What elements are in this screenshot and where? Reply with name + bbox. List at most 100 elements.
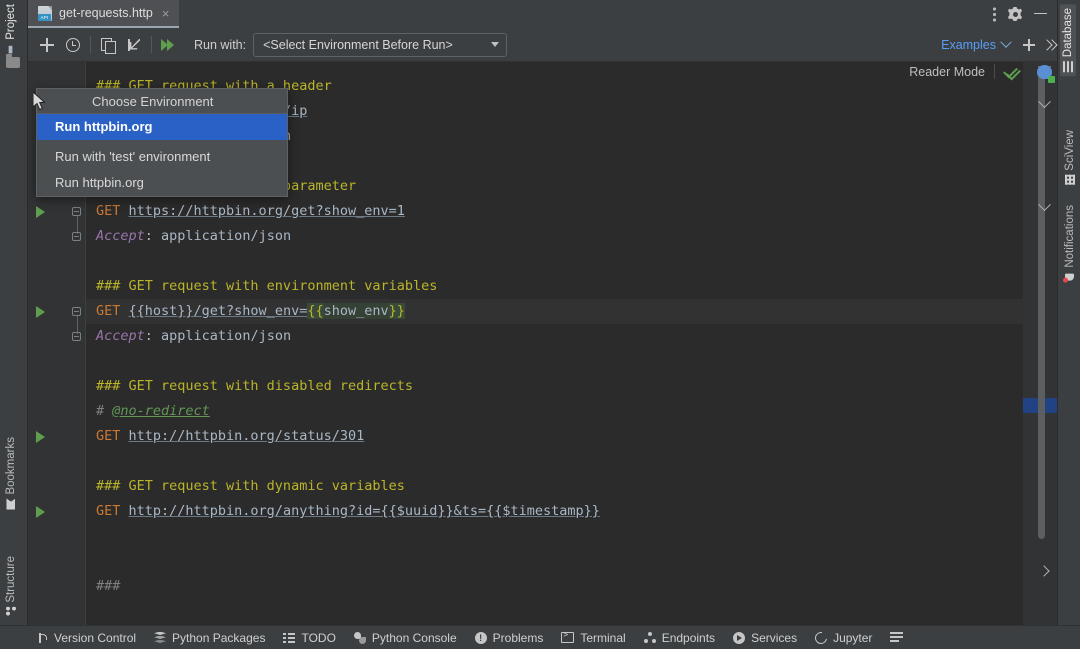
choose-environment-popup[interactable]: Choose Environment Run httpbin.org Run w… [36,88,288,197]
code-line[interactable]: GET http://httpbin.org/anything?id={{$uu… [86,499,1023,524]
structure-icon [6,607,16,617]
environment-select-value: <Select Environment Before Run> [263,38,453,52]
popup-title: Choose Environment [37,89,287,114]
sidebar-item-notifications-label: Notifications [1064,205,1076,268]
popup-item-run-httpbin-selected[interactable]: Run httpbin.org [37,114,287,140]
code-line[interactable] [86,349,1023,374]
code-line[interactable]: GET {{host}}/get?show_env={{show_env}} [86,299,1023,324]
status-item-todo[interactable]: TODO [274,626,344,649]
reader-mode-bar: Reader Mode [909,64,1019,79]
run-request-icon[interactable] [36,306,45,318]
status-item-version-control[interactable]: Version Control [28,626,145,649]
chevron-right-icon [1038,565,1049,576]
code-token: ### GET request with environment variabl… [96,278,437,294]
code-token: GET [96,428,129,444]
run-request-icon[interactable] [36,206,45,218]
fold-toggle-icon[interactable] [72,232,81,241]
code-token: }} [389,303,405,319]
popup-item-run-httpbin[interactable]: Run httpbin.org [37,170,287,196]
sidebar-item-notifications[interactable]: Notifications [1064,205,1076,283]
collapse-chevron-second[interactable] [1034,95,1054,113]
copy-icon [101,38,115,52]
sidebar-item-sciview[interactable]: SciView [1064,130,1076,185]
code-token: http://httpbin.org/status/301 [129,428,365,444]
editor-marker-gutter[interactable] [1023,62,1057,625]
fold-toggle-icon[interactable] [72,307,81,316]
code-line[interactable]: GET http://httpbin.org/status/301 [86,424,1023,449]
run-all-button[interactable] [156,32,182,58]
add-request-button[interactable] [34,32,60,58]
status-item-label: Jupyter [833,631,872,645]
sidebar-item-structure[interactable]: Structure [5,556,17,617]
code-line[interactable]: GET https://httpbin.org/get?show_env=1 [86,199,1023,224]
status-item-problems[interactable]: Problems [466,626,553,649]
http-file-icon [38,6,52,21]
sidebar-item-bookmarks[interactable]: Bookmarks [5,437,17,510]
run-request-icon[interactable] [36,431,45,443]
editor-scrollbar[interactable] [1038,74,1045,539]
code-line[interactable] [86,249,1023,274]
inspection-ok-icon[interactable] [1004,65,1019,78]
add-icon[interactable] [1023,39,1035,51]
code-line[interactable] [86,549,1023,574]
code-token: show_env [324,303,389,319]
popup-item-run-with-test-environment[interactable]: Run with 'test' environment [37,144,287,170]
code-token: Accept [96,228,145,244]
sidebar-item-project[interactable]: ▮ Project [5,4,17,55]
jupyter-icon [813,629,830,646]
vertical-dots-icon[interactable] [993,7,996,22]
layout-button[interactable] [881,626,912,649]
code-token: ### GET request with disabled redirects [96,378,413,394]
status-item-services[interactable]: Services [724,626,806,649]
status-item-label: Endpoints [662,631,715,645]
tab-label: get-requests.http [59,6,153,20]
run-all-icon [161,38,177,52]
code-line[interactable] [86,449,1023,474]
copy-as-curl-button[interactable] [95,32,121,58]
code-line[interactable] [86,524,1023,549]
sidebar-item-database[interactable]: Database [1060,4,1076,76]
code-line[interactable]: # @no-redirect [86,399,1023,424]
import-arrow-icon [127,38,141,52]
code-line[interactable]: ### GET request with dynamic variables [86,474,1023,499]
minimize-icon[interactable] [1034,9,1047,20]
expand-chevrons-icon[interactable] [1043,39,1057,51]
branch-icon [37,632,48,644]
status-item-terminal[interactable]: Terminal [552,626,634,649]
postgres-elephant-icon[interactable] [1034,62,1056,84]
status-item-python-console[interactable]: Python Console [345,626,466,649]
status-item-label: Python Console [372,631,457,645]
code-line[interactable]: Accept: application/json [86,324,1023,349]
status-item-label: Python Packages [172,631,265,645]
close-icon[interactable]: × [160,7,172,20]
chevron-down-icon [1038,198,1051,211]
fold-toggle-icon[interactable] [72,207,81,216]
import-button[interactable] [121,32,147,58]
services-icon [733,632,745,644]
left-tool-strip: ▮ Project Bookmarks Structure [0,0,28,625]
gear-icon[interactable] [1008,7,1022,21]
expand-chevron-right[interactable] [1034,562,1054,580]
status-item-jupyter[interactable]: Jupyter [806,626,881,649]
code-token: : application/json [145,228,291,244]
status-item-python-packages[interactable]: Python Packages [145,626,274,649]
code-line[interactable]: ### GET request with disabled redirects [86,374,1023,399]
history-button[interactable] [60,32,86,58]
status-item-label: TODO [301,631,335,645]
collapse-chevron-third[interactable] [1034,198,1054,216]
status-item-endpoints[interactable]: Endpoints [635,626,724,649]
code-line[interactable]: ### [86,574,1023,599]
right-tool-strip: Database SciView Notifications [1057,0,1080,625]
python-icon [354,632,366,644]
code-line[interactable]: Accept: application/json [86,224,1023,249]
sidebar-item-project-label: Project [5,4,17,40]
environment-select[interactable]: <Select Environment Before Run> [253,33,507,57]
fold-toggle-icon[interactable] [72,332,81,341]
tab-get-requests-http[interactable]: get-requests.http × [28,0,179,28]
clock-icon [66,38,80,52]
code-line[interactable]: ### GET request with environment variabl… [86,274,1023,299]
examples-link[interactable]: Examples [941,38,1013,52]
run-request-icon[interactable] [36,506,45,518]
folder-icon[interactable] [6,57,20,68]
status-item-label: Version Control [54,631,136,645]
